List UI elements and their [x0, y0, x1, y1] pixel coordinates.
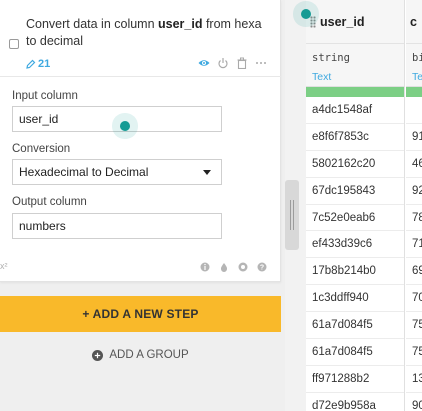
column-name-row[interactable]: user_id [306, 0, 404, 44]
data-table: user_id string Text a4dc1548af e8f6f7853c… [306, 0, 422, 411]
cursor-indicator [120, 121, 130, 131]
step-title-column: user_id [158, 17, 203, 31]
column-next: c bi Te 9146927871697075751390 [406, 0, 422, 411]
table-cell[interactable]: 69 [406, 258, 422, 286]
table-cell[interactable]: 91 [406, 124, 422, 151]
step-tools [198, 57, 267, 69]
table-cell[interactable]: 75 [406, 312, 422, 340]
panel-resize-handle[interactable] [285, 180, 299, 250]
script-steps-panel: Convert data in column user_id from hexa… [0, 0, 285, 411]
conversion-select-value: Hexadecimal to Decimal [19, 165, 149, 179]
eye-icon[interactable] [198, 57, 210, 69]
table-cell[interactable]: 71 [406, 231, 422, 259]
add-group-button[interactable]: ADD A GROUP [0, 346, 281, 364]
table-cell[interactable]: 7c52e0eab6 [306, 205, 404, 232]
pencil-icon [26, 59, 36, 69]
table-cell[interactable]: 90 [406, 393, 422, 411]
table-cell[interactable]: 78 [406, 205, 422, 232]
column-storage-type: string [312, 52, 350, 64]
svg-text:?: ? [260, 265, 264, 272]
step-count-value: 21 [38, 58, 51, 70]
table-cell[interactable]: 17b8b214b0 [306, 258, 404, 286]
trash-icon[interactable] [236, 57, 248, 69]
column-cells: a4dc1548af e8f6f7853c 5802162c20 67dc195843… [306, 97, 404, 411]
conversion-select[interactable]: Hexadecimal to Decimal [12, 159, 222, 185]
more-options-icon[interactable] [255, 57, 267, 69]
conversion-label: Conversion [12, 143, 71, 155]
step-footer-icons: ? [200, 262, 267, 272]
column-storage-type: bi [412, 52, 422, 64]
table-cell[interactable]: 1c3ddff940 [306, 285, 404, 313]
table-cell[interactable]: ff971288b2 [306, 366, 404, 393]
step-modified-count[interactable]: 21 [26, 58, 50, 70]
step-title-prefix: Convert data in column [26, 17, 159, 31]
column-meaning[interactable]: Te [412, 71, 422, 83]
info-icon[interactable] [200, 262, 210, 272]
drag-handle-icon[interactable] [310, 15, 316, 28]
add-step-button[interactable]: + ADD A NEW STEP [0, 296, 281, 332]
column-name[interactable]: c [410, 15, 417, 29]
table-cell[interactable]: 75 [406, 339, 422, 366]
step-header[interactable]: Convert data in column user_id from hexa… [0, 0, 281, 77]
comment-icon[interactable] [238, 262, 248, 272]
drop-icon[interactable] [219, 262, 229, 272]
table-cell[interactable]: 67dc195843 [306, 178, 404, 205]
table-cell[interactable]: d72e9b958a [306, 393, 404, 411]
input-column-label: Input column [12, 90, 78, 102]
step-title: Convert data in column user_id from hexa… [26, 16, 271, 50]
validity-bar [306, 87, 404, 97]
table-cell[interactable]: 92 [406, 178, 422, 205]
table-cell[interactable]: ef433d39c6 [306, 231, 404, 259]
table-cell[interactable]: 70 [406, 285, 422, 313]
power-icon[interactable] [217, 57, 229, 69]
cursor-indicator [301, 9, 311, 19]
step-card[interactable]: Convert data in column user_id from hexa… [0, 0, 281, 282]
input-column-field[interactable]: user_id [12, 106, 222, 132]
output-column-label: Output column [12, 196, 87, 208]
chevron-down-icon [203, 169, 211, 175]
validity-bar [406, 87, 422, 97]
column-header[interactable]: user_id string Text [306, 0, 404, 87]
step-footer: x² ? [0, 258, 281, 280]
table-cell[interactable]: 5802162c20 [306, 151, 404, 178]
grip-icon [290, 200, 294, 230]
add-group-label: ADD A GROUP [109, 349, 189, 361]
formula-icon: x² [0, 261, 8, 271]
column-meaning[interactable]: Text [312, 71, 331, 83]
help-icon[interactable]: ? [257, 262, 267, 272]
table-cell[interactable]: 61a7d084f5 [306, 339, 404, 366]
table-cell[interactable] [406, 97, 422, 124]
column-cells: 9146927871697075751390 [406, 97, 422, 411]
table-cell[interactable]: 13 [406, 366, 422, 393]
table-cell[interactable]: 46 [406, 151, 422, 178]
output-column-field[interactable]: numbers [12, 213, 222, 239]
table-cell[interactable]: e8f6f7853c [306, 124, 404, 151]
plus-circle-icon [92, 349, 104, 361]
column-name[interactable]: user_id [320, 15, 364, 29]
table-cell[interactable]: a4dc1548af [306, 97, 404, 124]
column-name-row[interactable]: c [406, 0, 422, 44]
table-cell[interactable]: 61a7d084f5 [306, 312, 404, 340]
column-header[interactable]: c bi Te [406, 0, 422, 87]
step-select-checkbox[interactable] [9, 39, 19, 49]
column-user-id: user_id string Text a4dc1548af e8f6f7853c… [306, 0, 405, 411]
